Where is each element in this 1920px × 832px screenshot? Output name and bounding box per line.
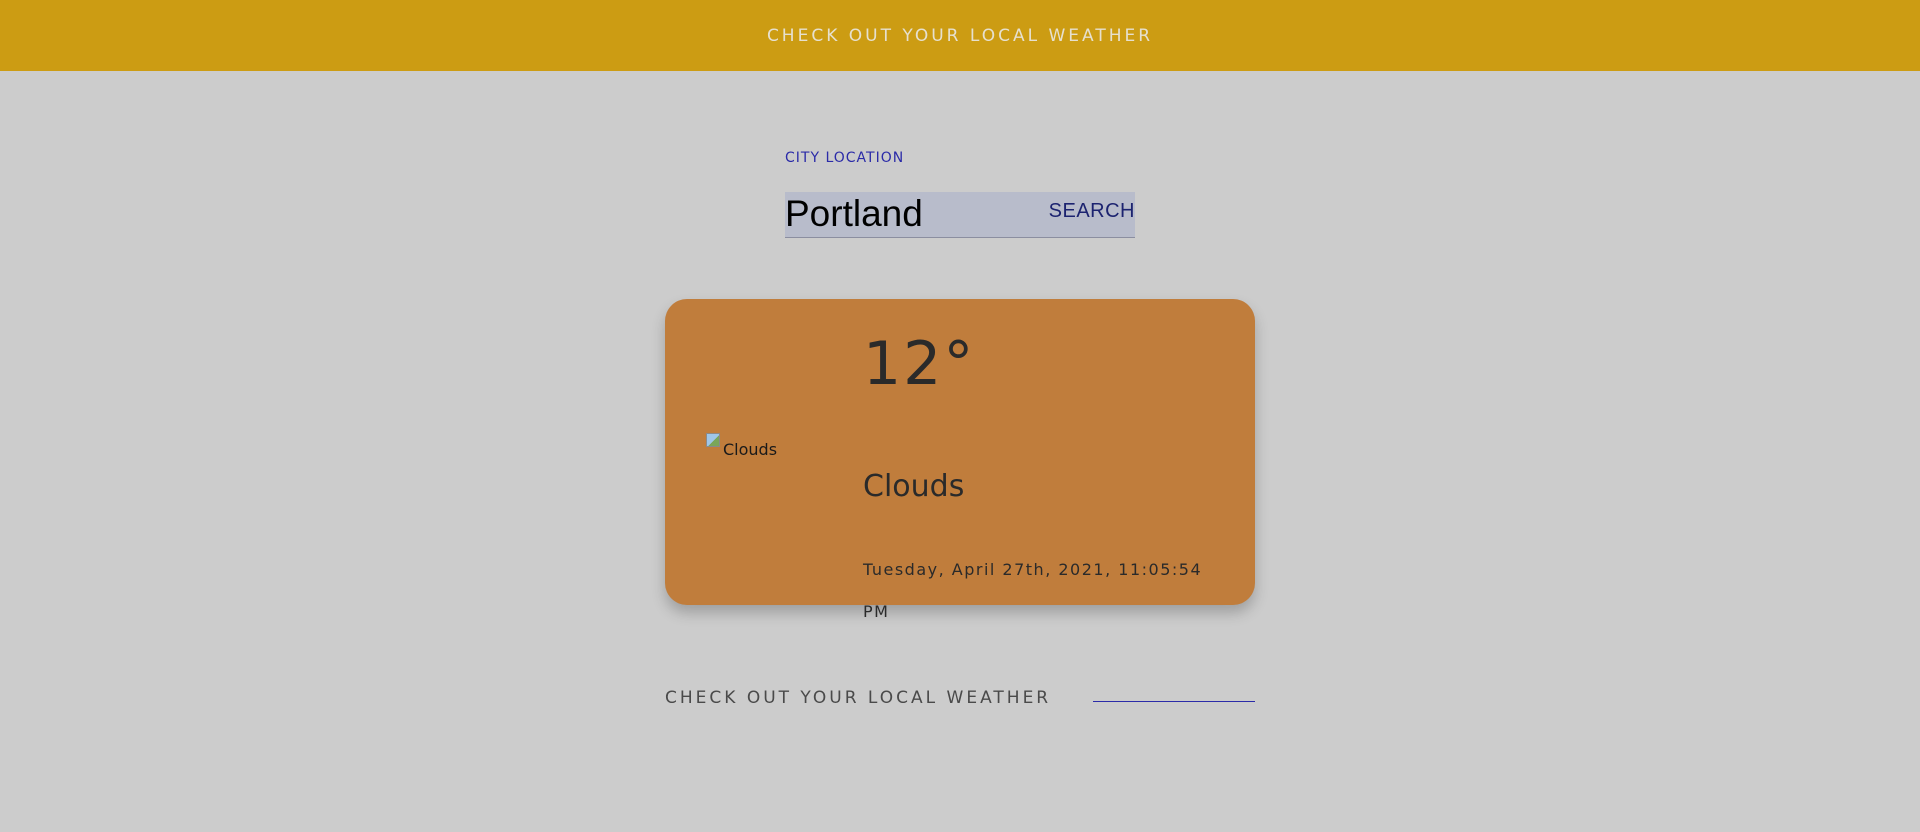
footer-text: CHECK OUT YOUR LOCAL WEATHER <box>665 688 1052 708</box>
temperature: 12° <box>863 329 976 399</box>
broken-image-icon <box>705 432 721 448</box>
footer-divider <box>1093 701 1255 702</box>
weather-card: Clouds 12° Clouds Tuesday, April 27th, 2… <box>665 299 1255 621</box>
weather-datetime: Tuesday, April 27th, 2021, 11:05:54 PM <box>863 560 1203 621</box>
city-location-label: CITY LOCATION <box>785 150 905 166</box>
weather-icon-alt-text: Clouds <box>723 440 778 459</box>
search-button[interactable]: SEARCH <box>1049 200 1135 223</box>
banner-title: CHECK OUT YOUR LOCAL WEATHER <box>766 25 1154 46</box>
city-search-input[interactable] <box>785 192 1035 236</box>
footer: CHECK OUT YOUR LOCAL WEATHER <box>665 688 1255 712</box>
search-form: CITY LOCATION SEARCH <box>785 150 1135 238</box>
search-bar: SEARCH <box>785 192 1135 238</box>
weather-description: Clouds <box>863 469 965 504</box>
top-banner: CHECK OUT YOUR LOCAL WEATHER <box>0 0 1920 71</box>
weather-icon: Clouds <box>705 432 777 459</box>
